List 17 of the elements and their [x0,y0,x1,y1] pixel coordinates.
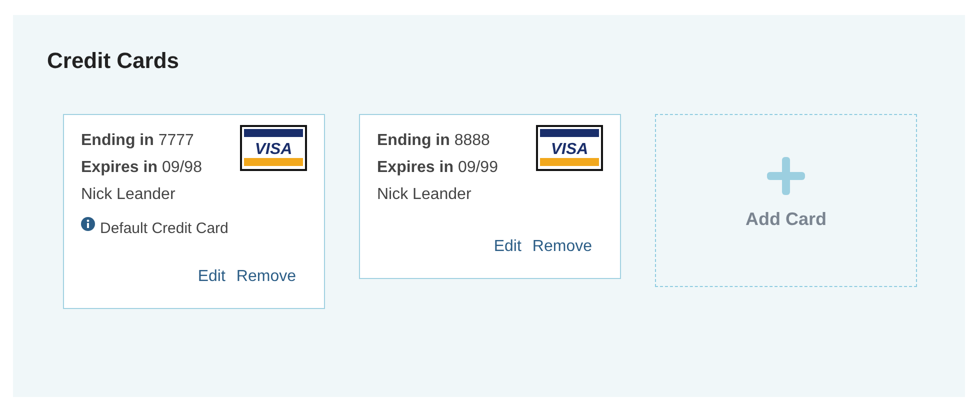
info-icon [81,217,95,231]
card-expiry: Expires in 09/99 [377,158,498,178]
edit-link[interactable]: Edit [494,238,522,256]
section-title: Credit Cards [47,48,180,74]
add-card-button[interactable]: Add Card [655,114,917,287]
edit-link[interactable]: Edit [198,268,226,286]
card-expiry: Expires in 09/98 [81,158,202,178]
remove-link[interactable]: Remove [236,268,296,286]
card-ending: Ending in 8888 [377,131,490,151]
card-holder: Nick Leander [81,185,176,205]
visa-logo: VISA [240,125,307,171]
card-ending: Ending in 7777 [81,131,194,151]
remove-link[interactable]: Remove [532,238,592,256]
visa-logo: VISA [536,125,603,171]
default-card-note: Default Credit Card [100,220,228,238]
card-holder: Nick Leander [377,185,472,205]
plus-icon [767,157,805,195]
